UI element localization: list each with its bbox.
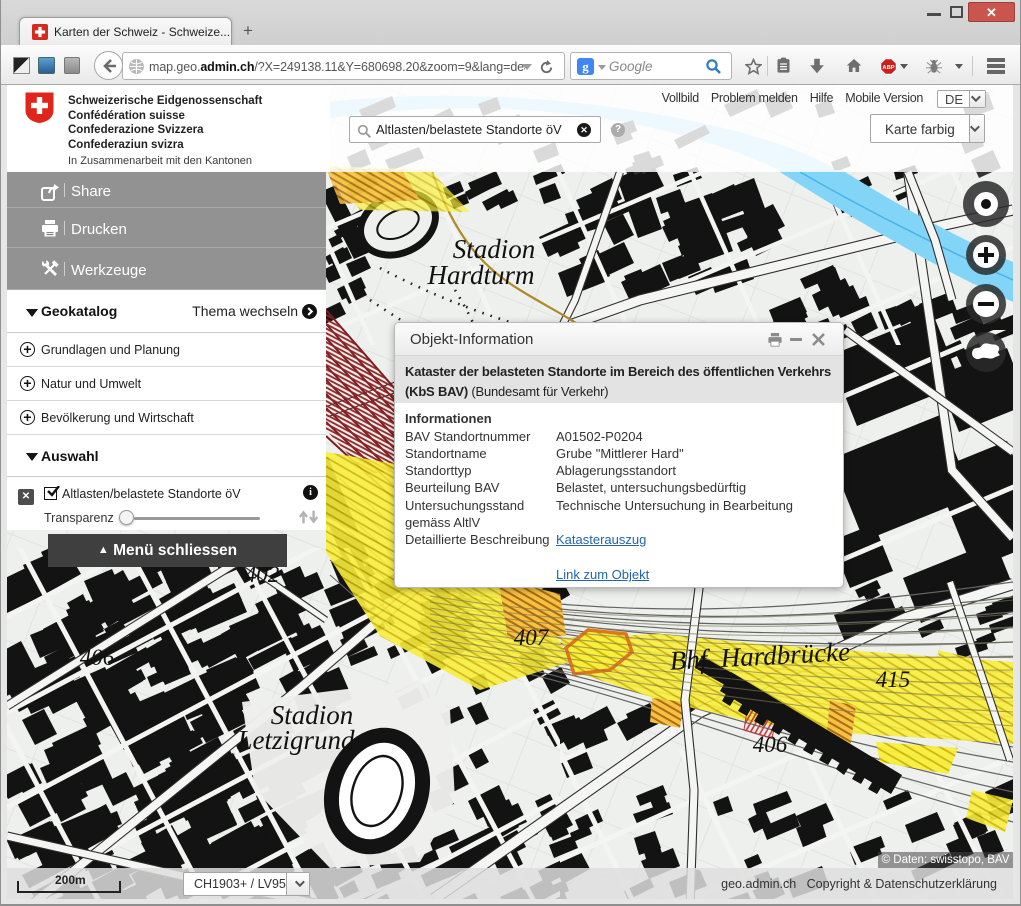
svg-text:407: 407 <box>514 625 550 650</box>
svg-text:Hardturm: Hardturm <box>426 260 534 290</box>
svg-text:415: 415 <box>876 667 911 692</box>
svg-text:406: 406 <box>753 732 788 757</box>
svg-text:Letzigrund: Letzigrund <box>236 725 355 755</box>
svg-text:406: 406 <box>80 645 115 670</box>
svg-text:ABP: ABP <box>882 65 894 71</box>
